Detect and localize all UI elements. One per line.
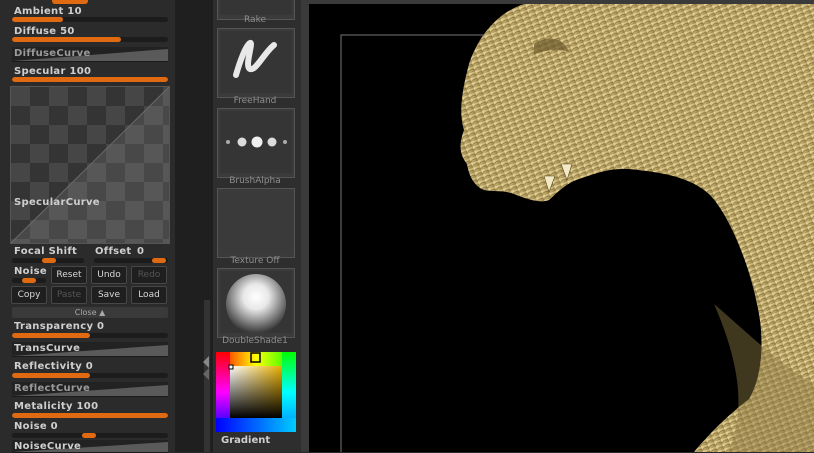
color-picker-graphic [216, 352, 296, 432]
paste-button[interactable]: Paste [51, 286, 87, 304]
material-thumb[interactable] [217, 268, 295, 338]
freehand-stroke-icon [233, 39, 277, 78]
diffuse-slider[interactable] [12, 37, 168, 42]
offset-slider[interactable] [94, 258, 168, 263]
brush-alpha-icon [226, 136, 287, 148]
collapse-arrow-icon-2[interactable] [203, 368, 209, 380]
brush-alpha-preview [220, 111, 292, 173]
ambient-fill [12, 17, 64, 22]
reflect-curve-label: ReflectCurve [14, 383, 91, 394]
specular-curve-label: SpecularCurve [14, 197, 100, 208]
noise2-knob[interactable] [82, 433, 96, 438]
reset-button[interactable]: Reset [51, 266, 87, 284]
close-button[interactable]: Close ▲ [12, 307, 168, 318]
offset-knob[interactable] [152, 258, 166, 263]
tool-column: Rake FreeHand BrushAlpha Texture Off Dou… [213, 0, 301, 452]
ambient-label: Ambient 10 [14, 6, 82, 17]
noise-label: Noise [14, 266, 47, 277]
focal-shift-slider[interactable] [12, 258, 84, 263]
copy-button[interactable]: Copy [11, 286, 47, 304]
diffuse-label: Diffuse 50 [14, 26, 75, 37]
texture-thumb[interactable] [217, 188, 295, 258]
palette-splitter[interactable] [175, 0, 213, 452]
material-label: DoubleShade1 [222, 336, 288, 346]
focal-shift-label: Focal Shift [14, 246, 78, 257]
collapse-arrow-icon[interactable] [203, 356, 209, 368]
sculpt-viewport [340, 4, 814, 452]
stroke-thumb[interactable] [217, 28, 295, 98]
freehand-label: FreeHand [233, 96, 277, 106]
noise-slider[interactable] [12, 278, 46, 283]
save-button[interactable]: Save [91, 286, 127, 304]
rake-label: Rake [244, 15, 266, 25]
viewport[interactable] [309, 4, 814, 452]
metalicity-slider[interactable] [12, 413, 168, 418]
metalicity-label: Metalicity 100 [14, 401, 99, 412]
color-picker[interactable] [216, 352, 296, 432]
noise-curve-label: NoiseCurve [14, 441, 82, 452]
material-preview [220, 271, 292, 333]
texture-label: Texture Off [230, 256, 280, 266]
load-button[interactable]: Load [131, 286, 167, 304]
diffuse-curve-label: DiffuseCurve [14, 48, 91, 59]
offset-value: 0 [137, 246, 145, 257]
transparency-slider[interactable] [12, 333, 168, 338]
undo-button[interactable]: Undo [91, 266, 127, 284]
transparency-fill [12, 333, 90, 338]
chevron-up-icon: ▲ [99, 308, 106, 317]
close-label: Close [74, 308, 97, 317]
specular-curve-graph [11, 87, 169, 243]
material-palette: Ambient 10 Diffuse 50 DiffuseCurve Specu… [0, 0, 175, 453]
top-tab[interactable] [52, 0, 88, 4]
freehand-stroke-preview [220, 31, 292, 93]
trans-curve-label: TransCurve [14, 343, 81, 354]
rake-brush-preview [220, 0, 292, 15]
specular-label: Specular 100 [14, 66, 92, 77]
specular-slider[interactable] [12, 77, 168, 82]
material-sphere-icon [226, 274, 286, 333]
redo-button[interactable]: Redo [131, 266, 167, 284]
metalicity-fill [12, 413, 168, 418]
specular-curve-editor[interactable]: SpecularCurve [10, 86, 170, 244]
transparency-label: Transparency 0 [14, 321, 105, 332]
reflectivity-fill [12, 373, 90, 378]
gradient-label: Gradient [221, 435, 271, 446]
diffuse-fill [12, 37, 122, 42]
document-canvas[interactable] [301, 0, 814, 452]
brushalpha-label: BrushAlpha [229, 176, 281, 186]
noise2-label: Noise 0 [14, 421, 58, 432]
offset-label: Offset [95, 246, 132, 257]
noise2-slider[interactable] [12, 433, 168, 438]
focal-shift-knob[interactable] [42, 258, 56, 263]
ambient-slider[interactable] [12, 17, 168, 22]
reflectivity-slider[interactable] [12, 373, 168, 378]
texture-preview [220, 191, 292, 253]
noise-knob[interactable] [22, 278, 36, 283]
specular-fill [12, 77, 168, 82]
alpha-thumb[interactable] [217, 108, 295, 178]
reflectivity-label: Reflectivity 0 [14, 361, 94, 372]
